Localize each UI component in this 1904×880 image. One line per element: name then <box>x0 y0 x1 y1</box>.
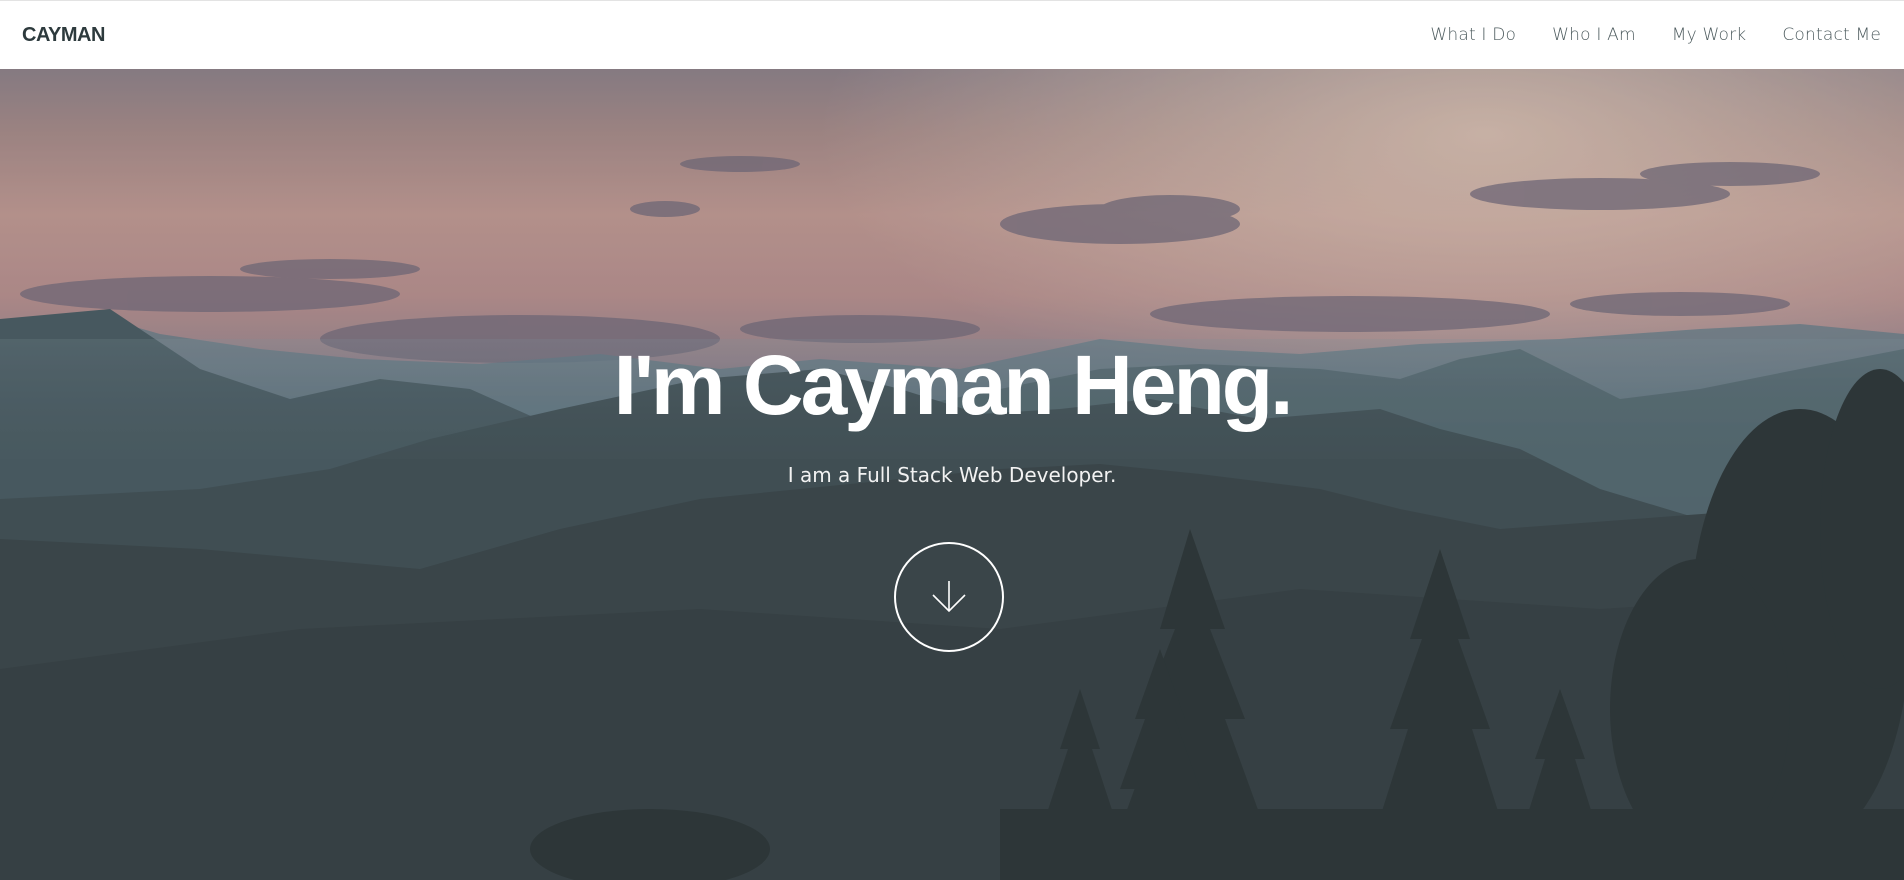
scroll-down-button[interactable] <box>894 542 1004 652</box>
brand-logo[interactable]: CAYMAN <box>22 24 105 47</box>
hero-subtitle: I am a Full Stack Web Developer. <box>787 463 1117 487</box>
top-navbar: CAYMAN What I Do Who I Am My Work Contac… <box>0 0 1904 69</box>
nav-link-my-work[interactable]: My Work <box>1672 25 1747 45</box>
nav-link-who-i-am[interactable]: Who I Am <box>1552 25 1636 45</box>
arrow-down-icon <box>932 581 966 613</box>
nav-link-contact-me[interactable]: Contact Me <box>1782 25 1881 45</box>
page: CAYMAN What I Do Who I Am My Work Contac… <box>0 0 1904 880</box>
hero-section: I'm Cayman Heng. I am a Full Stack Web D… <box>0 69 1904 880</box>
nav-menu: What I Do Who I Am My Work Contact Me <box>1430 25 1881 45</box>
nav-link-what-i-do[interactable]: What I Do <box>1430 25 1516 45</box>
hero-title: I'm Cayman Heng. <box>613 338 1294 432</box>
